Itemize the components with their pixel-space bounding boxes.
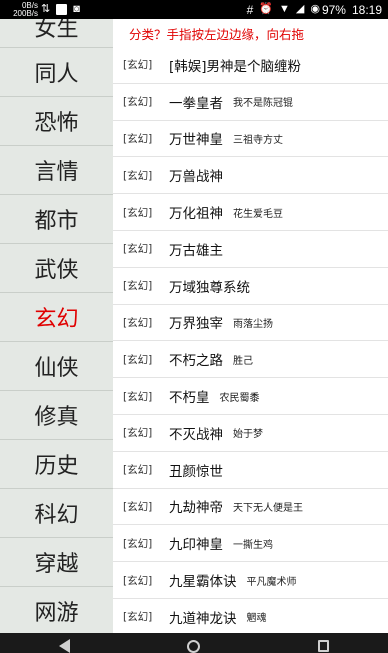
book-genre-tag: [玄幻] <box>123 96 153 109</box>
book-list-panel: 分类？手指按左边边缘，向右拖 [玄幻] [韩娱]男神是个脑缠粉 [玄幻] 一拳皇者 我不… <box>113 19 388 633</box>
book-title: 不灭战神 <box>169 426 223 443</box>
signal-icon: ◢ <box>295 3 305 15</box>
book-row[interactable]: [玄幻] 不朽皇 农民蜀黍 <box>113 378 388 415</box>
book-author: 一撕生鸡 <box>233 539 273 551</box>
book-title: 九劫神帝 <box>169 500 223 517</box>
book-genre-tag: [玄幻] <box>123 243 153 256</box>
sidebar-item-history[interactable]: 历史 <box>0 440 113 489</box>
book-author: 魍魂 <box>246 613 267 625</box>
book-title: 万世神皇 <box>169 132 223 149</box>
book-row[interactable]: [玄幻] 万古雄主 <box>113 231 388 268</box>
clock: 18:19 <box>351 2 382 17</box>
net-up: 200B/s <box>13 8 38 18</box>
drag-hint: 分类？手指按左边边缘，向右拖 <box>129 26 305 42</box>
book-genre-tag: [玄幻] <box>123 574 153 587</box>
book-author: 三祖寺方丈 <box>233 134 283 146</box>
book-title: 九星霸体诀 <box>169 574 237 591</box>
navigation-bar <box>0 633 388 653</box>
sidebar-item-scifi[interactable]: 科幻 <box>0 489 113 538</box>
sidebar-item-online-games[interactable]: 网游 <box>0 587 113 633</box>
home-icon <box>187 640 201 653</box>
wifi-icon: ▼ <box>278 3 290 15</box>
book-row[interactable]: [玄幻] 不灭战神 始于梦 <box>113 415 388 452</box>
book-author: 农民蜀黍 <box>219 392 260 404</box>
battery-level: 97% <box>321 2 346 17</box>
cat-icon: ◙ <box>73 3 80 15</box>
back-icon <box>59 639 71 653</box>
book-genre-tag: [玄幻] <box>123 390 153 403</box>
book-author: 胜己 <box>233 355 253 367</box>
book-row[interactable]: [玄幻] 丑颜惊世 <box>113 452 388 489</box>
book-author: 雨落尘扬 <box>233 318 273 330</box>
book-genre-tag: [玄幻] <box>123 280 153 293</box>
book-genre-tag: [玄幻] <box>123 353 153 366</box>
book-row[interactable]: [玄幻] 万化祖神 花生爱毛豆 <box>113 194 388 231</box>
book-genre-tag: [玄幻] <box>123 500 153 513</box>
sidebar-item-horror[interactable]: 恐怖 <box>0 97 113 146</box>
book-genre-tag: [玄幻] <box>123 169 153 182</box>
book-title: [韩娱]男神是个脑缠粉 <box>169 58 302 75</box>
book-row[interactable]: [玄幻] 万界独宰 雨落尘扬 <box>113 305 388 342</box>
book-row[interactable]: [玄幻] 九劫神帝 天下无人便是王 <box>113 489 388 526</box>
book-author: 始于梦 <box>233 429 263 441</box>
book-row[interactable]: [玄幻] 九星霸体诀 平凡魔术师 <box>113 562 388 599</box>
book-row[interactable]: [玄幻] 九道神龙诀 魍魂 <box>113 599 388 633</box>
battery-status: ◉ 97% <box>310 3 346 17</box>
sidebar-item-time-travel[interactable]: 穿越 <box>0 538 113 587</box>
book-genre-tag: [玄幻] <box>123 427 153 440</box>
book-author: 平凡魔术师 <box>246 576 297 588</box>
book-row[interactable]: [玄幻] 万域独尊系统 <box>113 268 388 305</box>
book-genre-tag: [玄幻] <box>123 59 153 72</box>
book-author: 天下无人便是王 <box>233 502 303 514</box>
battery-icon: ◉ <box>310 3 320 15</box>
book-genre-tag: [玄幻] <box>123 316 153 329</box>
book-title: 万界独宰 <box>169 316 223 333</box>
sidebar-item-fantasy[interactable]: 玄幻 <box>0 293 113 342</box>
status-bar: 0B/s 200B/s ⇅ ◙ # ⏰ ▼ ◢ ◉ 97% 18:19 <box>0 0 388 19</box>
network-speed: 0B/s 200B/s <box>4 1 38 18</box>
book-author: 我不是陈冠锟 <box>233 98 293 110</box>
sidebar-item-fanfic[interactable]: 同人 <box>0 48 113 97</box>
book-genre-tag: [玄幻] <box>123 464 153 477</box>
book-genre-tag: [玄幻] <box>123 206 153 219</box>
sidebar-item-urban[interactable]: 都市 <box>0 195 113 244</box>
book-row[interactable]: [玄幻] 一拳皇者 我不是陈冠锟 <box>113 84 388 121</box>
book-row[interactable]: [玄幻] [韩娱]男神是个脑缠粉 <box>113 47 388 84</box>
book-title: 不朽之路 <box>169 353 223 370</box>
image-icon <box>56 4 68 15</box>
book-genre-tag: [玄幻] <box>123 537 153 550</box>
book-row[interactable]: [玄幻] 万世神皇 三祖寺方丈 <box>113 121 388 158</box>
alarm-icon: ⏰ <box>259 3 273 15</box>
book-title: 万域独尊系统 <box>169 279 250 296</box>
book-author: 花生爱毛豆 <box>233 208 283 220</box>
book-title: 九道神龙诀 <box>169 610 237 627</box>
recent-apps-icon <box>317 640 329 652</box>
book-title: 万古雄主 <box>169 242 223 259</box>
home-button[interactable] <box>187 636 201 653</box>
recent-apps-button[interactable] <box>316 636 330 652</box>
book-title: 九印神皇 <box>169 537 223 554</box>
book-title: 一拳皇者 <box>169 95 223 112</box>
book-title: 万兽战神 <box>169 169 223 186</box>
sidebar-item-cultivation[interactable]: 修真 <box>0 391 113 440</box>
book-row[interactable]: [玄幻] 万兽战神 <box>113 157 388 195</box>
book-title: 万化祖神 <box>169 206 223 223</box>
book-row[interactable]: [玄幻] 九印神皇 一撕生鸡 <box>113 525 388 563</box>
book-list: [玄幻] [韩娱]男神是个脑缠粉 [玄幻] 一拳皇者 我不是陈冠锟 [玄幻] 万世神皇 三祖寺… <box>113 47 388 633</box>
sidebar-item-xianxia[interactable]: 仙侠 <box>0 342 113 391</box>
book-title: 不朽皇 <box>169 390 210 407</box>
data-arrows-icon: ⇅ <box>41 3 51 15</box>
book-genre-tag: [玄幻] <box>123 611 153 624</box>
back-button[interactable] <box>58 636 72 653</box>
book-genre-tag: [玄幻] <box>123 132 153 145</box>
book-row[interactable]: [玄幻] 不朽之路 胜己 <box>113 341 388 379</box>
sidebar-item-wuxia[interactable]: 武侠 <box>0 244 113 293</box>
book-title: 丑颜惊世 <box>169 463 223 480</box>
category-sidebar: 女生 同人 恐怖 言情 都市 武侠 玄幻 仙侠 修真 历史 科幻 穿越 网游 <box>0 19 113 633</box>
sidebar-item-romance[interactable]: 言情 <box>0 146 113 195</box>
hash-icon: # <box>246 2 254 17</box>
sidebar-item-girls[interactable]: 女生 <box>0 19 113 48</box>
